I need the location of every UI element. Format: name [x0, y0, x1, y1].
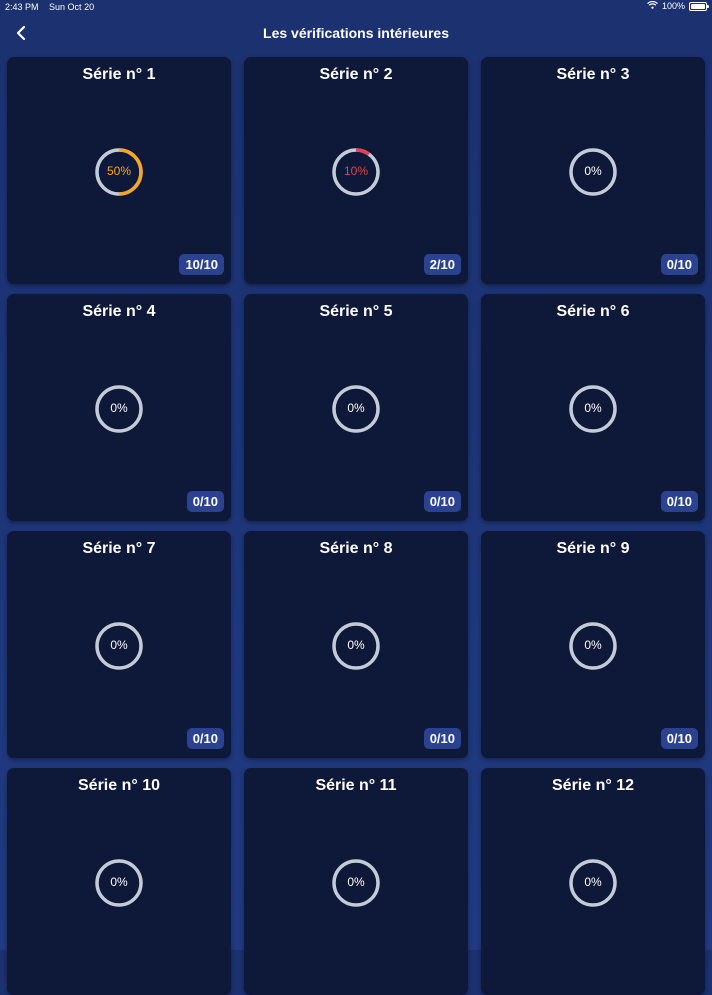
series-card[interactable]: Série n° 8 0% 0/10	[244, 531, 468, 758]
series-grid: Série n° 1 50% 10/10 Série n° 2 10% 2/10 Série…	[7, 57, 705, 995]
progress-percent: 0%	[110, 875, 128, 889]
progress-percent: 0%	[110, 638, 128, 652]
series-title: Série n° 1	[82, 66, 156, 83]
series-title: Série n° 8	[319, 540, 393, 557]
progress-ring: 0%	[568, 384, 618, 434]
progress-percent: 0%	[584, 164, 602, 178]
status-time: 2:43 PM	[5, 2, 39, 12]
series-title: Série n° 9	[556, 540, 630, 557]
wifi-icon	[647, 0, 658, 11]
progress-ring: 10%	[331, 147, 381, 197]
series-title: Série n° 3	[556, 66, 630, 83]
series-card[interactable]: Série n° 3 0% 0/10	[481, 57, 705, 284]
series-card[interactable]: Série n° 6 0% 0/10	[481, 294, 705, 521]
progress-percent: 0%	[347, 638, 365, 652]
score-badge: 2/10	[423, 254, 461, 275]
navigation-bar: Les vérifications intérieures	[0, 16, 712, 50]
battery-icon	[689, 1, 709, 11]
page-title: Les vérifications intérieures	[263, 25, 449, 41]
battery-percent: 100%	[661, 1, 685, 11]
progress-ring: 0%	[568, 621, 618, 671]
progress-ring: 0%	[94, 858, 144, 908]
progress-ring: 0%	[331, 858, 381, 908]
series-card[interactable]: Série n° 11 0%	[244, 768, 468, 995]
series-card[interactable]: Série n° 5 0% 0/10	[244, 294, 468, 521]
series-title: Série n° 7	[82, 540, 156, 557]
series-card[interactable]: Série n° 9 0% 0/10	[481, 531, 705, 758]
progress-percent: 0%	[584, 638, 602, 652]
status-bar: 2:43 PM Sun Oct 20 100%	[0, 0, 712, 16]
progress-percent: 0%	[110, 401, 128, 415]
series-title: Série n° 4	[82, 303, 156, 320]
series-title: Série n° 5	[319, 303, 393, 320]
series-card[interactable]: Série n° 2 10% 2/10	[244, 57, 468, 284]
progress-ring: 0%	[94, 621, 144, 671]
status-date: Sun Oct 20	[49, 2, 95, 12]
score-badge: 0/10	[423, 491, 461, 512]
progress-ring: 0%	[331, 621, 381, 671]
series-title: Série n° 10	[78, 777, 160, 794]
series-card[interactable]: Série n° 4 0% 0/10	[7, 294, 231, 521]
score-badge: 10/10	[179, 254, 224, 275]
series-card[interactable]: Série n° 12 0%	[481, 768, 705, 995]
progress-ring: 0%	[94, 384, 144, 434]
progress-percent: 0%	[347, 875, 365, 889]
series-card[interactable]: Série n° 1 50% 10/10	[7, 57, 231, 284]
score-badge: 0/10	[423, 728, 461, 749]
score-badge: 0/10	[186, 491, 224, 512]
score-badge: 0/10	[660, 728, 698, 749]
score-badge: 0/10	[660, 254, 698, 275]
progress-ring: 0%	[331, 384, 381, 434]
series-card[interactable]: Série n° 7 0% 0/10	[7, 531, 231, 758]
progress-percent: 50%	[106, 164, 132, 178]
progress-percent: 0%	[584, 875, 602, 889]
progress-ring: 0%	[568, 147, 618, 197]
series-card[interactable]: Série n° 10 0%	[7, 768, 231, 995]
progress-percent: 0%	[584, 401, 602, 415]
score-badge: 0/10	[186, 728, 224, 749]
series-title: Série n° 2	[319, 66, 393, 83]
progress-ring: 50%	[94, 147, 144, 197]
progress-percent: 10%	[343, 164, 369, 178]
score-badge: 0/10	[660, 491, 698, 512]
series-title: Série n° 12	[552, 777, 634, 794]
progress-percent: 0%	[347, 401, 365, 415]
progress-ring: 0%	[568, 858, 618, 908]
series-title: Série n° 6	[556, 303, 630, 320]
series-title: Série n° 11	[315, 777, 397, 794]
